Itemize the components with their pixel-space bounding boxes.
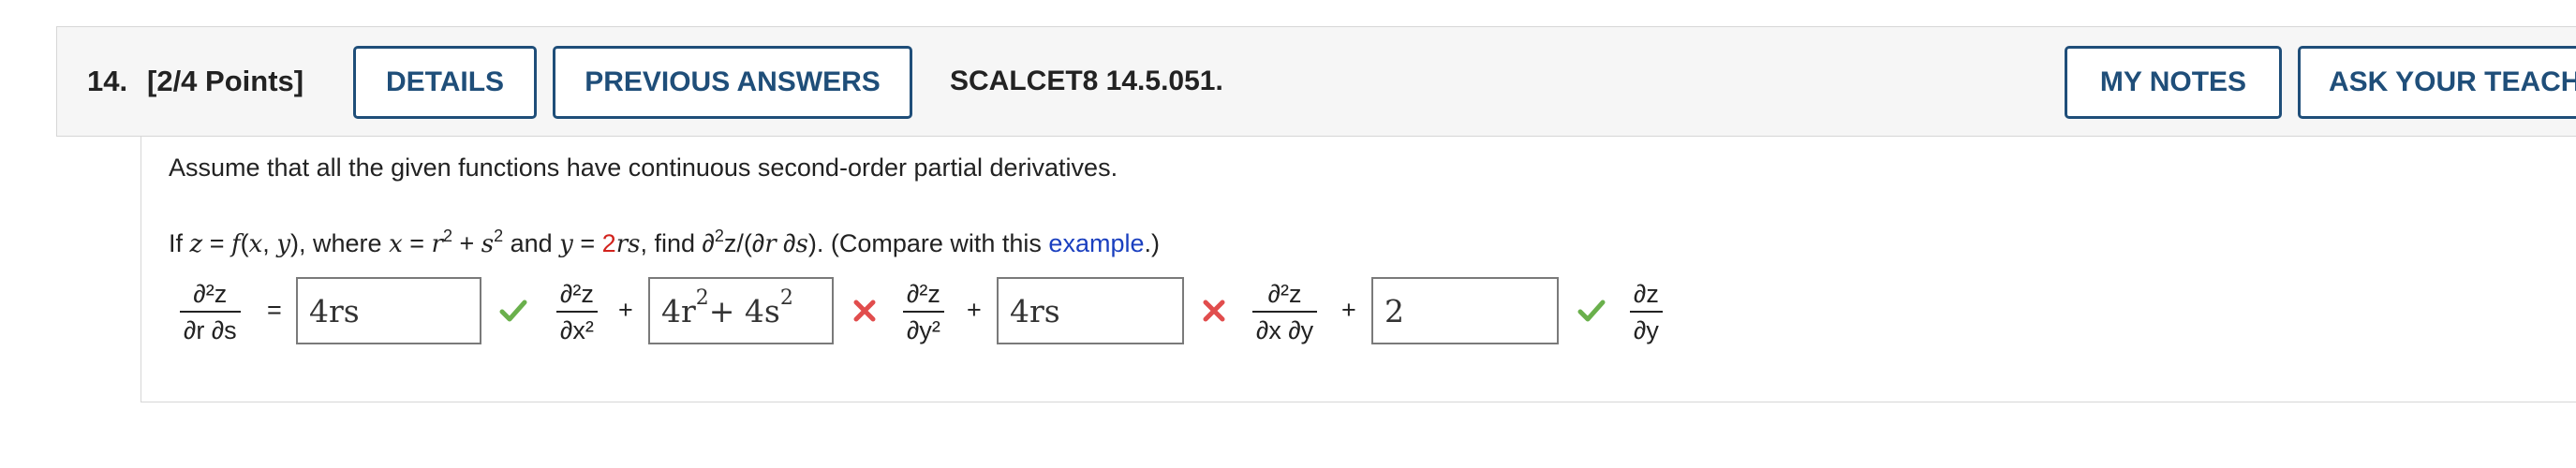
exponent: 2 [714,227,724,245]
highlighted-coefficient: 2 [601,229,616,257]
text-comma: , [262,229,277,257]
text-and: and [503,229,560,257]
text-if: If [169,229,190,257]
var-s: s [481,230,495,258]
previous-answers-button[interactable]: PREVIOUS ANSWERS [553,46,912,119]
term1-numerator: ∂²z [560,280,594,308]
text-close: ) [290,229,300,257]
var-y: y [276,230,291,258]
term3-fraction: ∂²z ∂x ∂y [1252,279,1318,346]
answer-exponent: 2 [779,285,793,310]
plus-sign: + [967,296,982,324]
term4-fraction: ∂z ∂y [1630,279,1663,346]
lhs-fraction: ∂²z ∂r ∂s [180,279,241,346]
text-where: , where [299,229,390,257]
plus-sign: + [1341,296,1356,324]
term2-denominator: ∂y² [907,316,940,344]
term3-denominator: ∂x ∂y [1256,316,1314,344]
text-zslash: z/(∂ [723,229,765,257]
var-r: r [764,230,777,258]
lhs-denominator: ∂r ∂s [184,316,237,344]
term1-denominator: ∂x² [560,316,594,344]
answer-box-3[interactable]: 4rs [997,277,1184,344]
answer-value: 4rs [309,292,360,329]
answer-value: 4rs [1010,292,1060,329]
answer-box-2[interactable]: 4r 2 + 4s 2 [648,277,834,344]
term4-denominator: ∂y [1634,316,1659,344]
var-x: x [389,230,403,258]
answer-box-4[interactable]: 2 [1371,277,1559,344]
term2-fraction: ∂²z ∂y² [903,279,944,346]
var-r: r [431,230,443,258]
text-end: .) [1144,229,1160,257]
check-icon [499,300,527,322]
plus-sign: + [618,296,633,324]
question-reference: SCALCET8 14.5.051. [950,66,1223,96]
exponent: 2 [442,227,452,245]
answer-value: 2 [1384,292,1404,329]
term2-numerator: ∂²z [907,280,940,308]
question-number: 14. [87,65,128,97]
problem-statement: If z = f(x, y), where x = r2 + s2 and y … [169,227,1160,258]
var-rs: rs [615,230,641,258]
var-s: s [795,230,808,258]
lhs-numerator: ∂²z [193,280,228,308]
var-f: f [231,230,241,258]
ask-teacher-button[interactable]: ASK YOUR TEACH [2298,46,2576,119]
answer-part: + 4s [708,292,780,329]
text-eq: = [572,229,602,257]
my-notes-button[interactable]: MY NOTES [2065,46,2282,119]
var-y: y [559,230,573,258]
exponent: 2 [494,227,504,245]
equals-sign: = [267,296,282,324]
text-plus: + [452,229,481,257]
example-link[interactable]: example [1048,229,1144,257]
problem-instruction: Assume that all the given functions have… [169,154,1118,182]
text-find: , find ∂ [640,229,715,257]
var-x: x [248,230,263,258]
points-score: [2/4 Points] [147,65,304,97]
cross-icon [1203,300,1225,322]
answer-box-1[interactable]: 4rs [296,277,481,344]
check-icon [1577,300,1606,322]
text-partial: ∂ [776,229,796,257]
text-eq: = [202,229,231,257]
text-tail: ). (Compare with this [807,229,1049,257]
var-z: z [189,230,203,258]
term3-numerator: ∂²z [1267,280,1302,308]
text-open: ( [240,229,249,257]
term4-numerator: ∂z [1634,280,1659,308]
answer-exponent: 2 [695,285,709,310]
text-eq: = [402,229,432,257]
answer-part: 4r [661,292,696,329]
question-header: 14. [2/4 Points] DETAILS PREVIOUS ANSWER… [56,26,2576,137]
term1-fraction: ∂²z ∂x² [556,279,598,346]
details-button[interactable]: DETAILS [353,46,537,119]
cross-icon [853,300,876,322]
